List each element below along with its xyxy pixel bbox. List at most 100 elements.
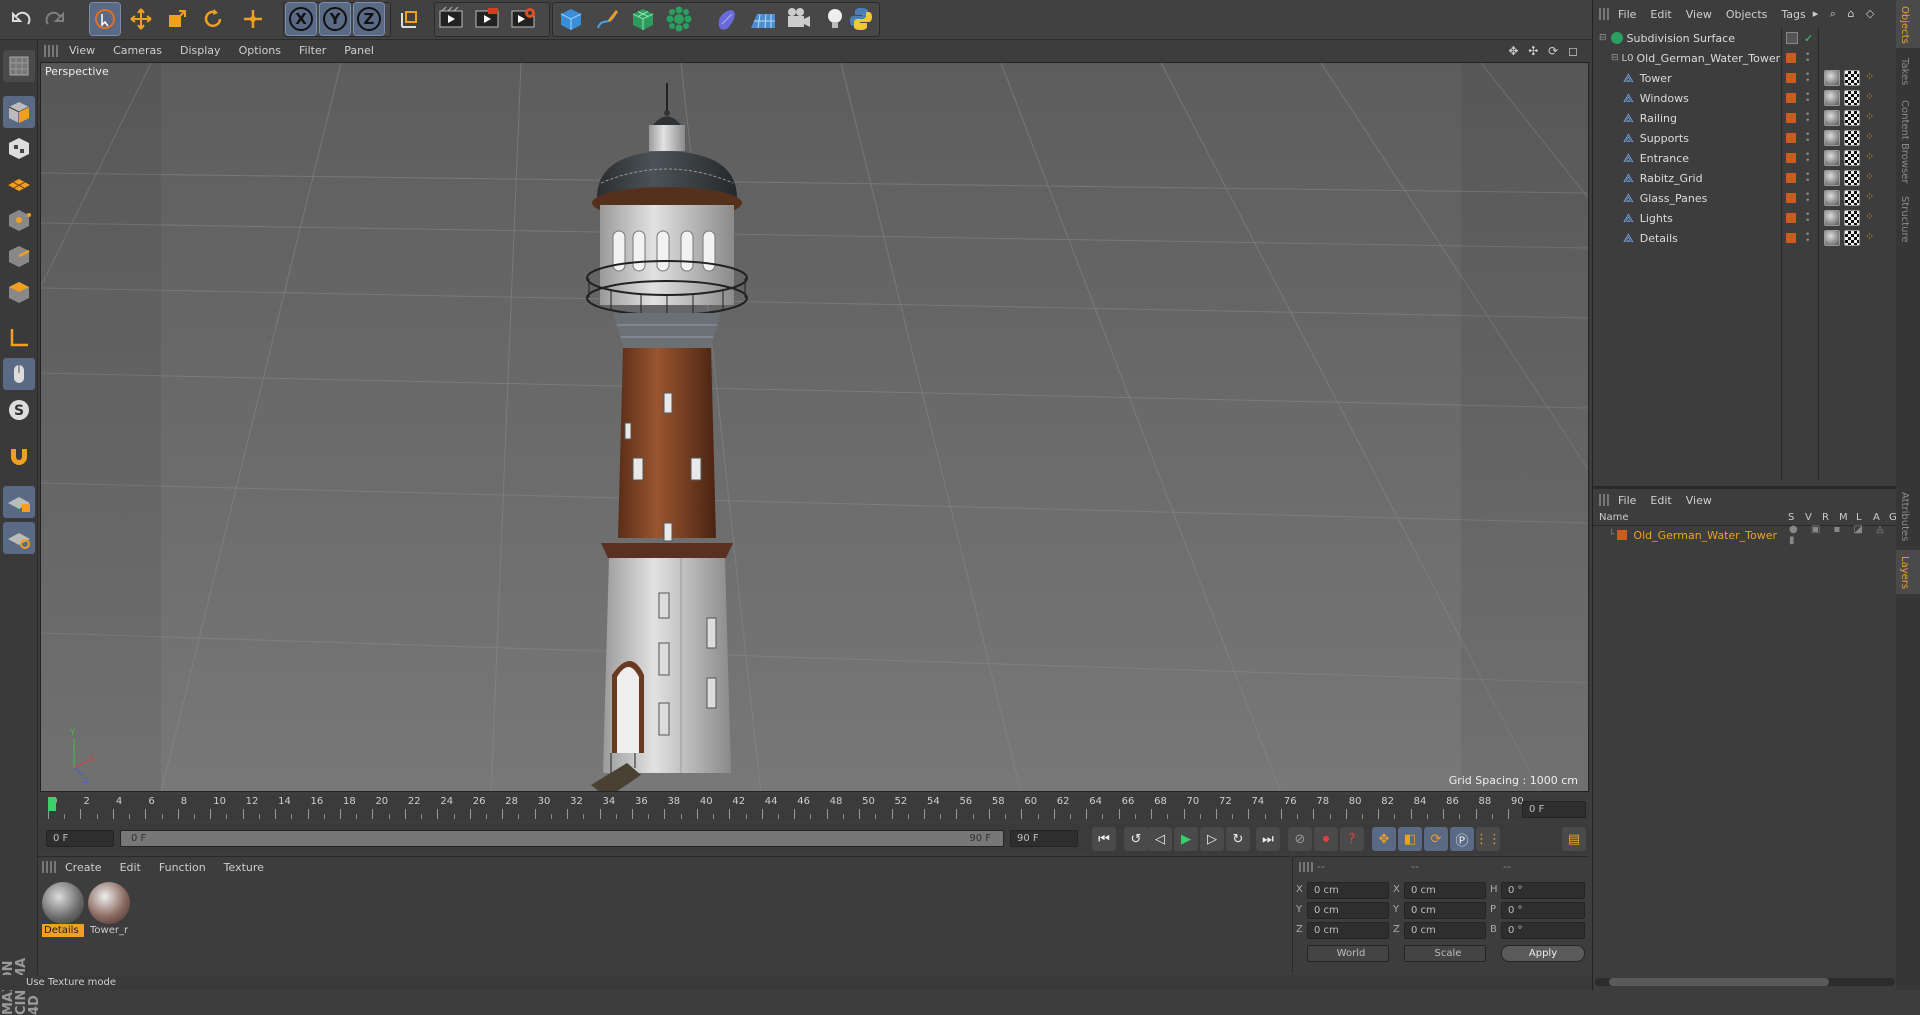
transform-icon[interactable]: [238, 3, 268, 35]
rotation-b-field[interactable]: 0 °: [1501, 922, 1585, 939]
layer-color-swatch[interactable]: [1617, 530, 1628, 540]
material-menu-function[interactable]: Function: [150, 861, 215, 874]
layer-color-swatch[interactable]: [1786, 113, 1796, 123]
object-row-railing[interactable]: ⟁ Railing • • ⁘: [1593, 108, 1893, 128]
object-row-supports[interactable]: ⟁ Supports • • ⁘: [1593, 128, 1893, 148]
x-axis-icon[interactable]: X: [285, 2, 317, 36]
object-row-subdivision[interactable]: ⊟ Subdivision Surface ✓: [1593, 28, 1893, 48]
next-key-icon[interactable]: ↻: [1226, 827, 1250, 851]
subdivision-icon[interactable]: [628, 3, 658, 35]
magnet-icon[interactable]: [3, 440, 35, 472]
material-tag-icon[interactable]: [1824, 170, 1840, 186]
planar-workplane-icon[interactable]: [3, 522, 35, 554]
visibility-dots-icon[interactable]: • •: [1805, 211, 1810, 226]
rotation-p-field[interactable]: 0 °: [1501, 902, 1585, 919]
go-to-end-icon[interactable]: ⏭: [1256, 827, 1280, 851]
viewport-menu-display[interactable]: Display: [171, 44, 230, 57]
layer-color-swatch[interactable]: [1786, 213, 1796, 223]
workplane-icon[interactable]: [3, 168, 35, 200]
end-frame-field[interactable]: 90 F: [1010, 830, 1078, 847]
visibility-dots-icon[interactable]: • •: [1805, 51, 1810, 66]
layer-col-name[interactable]: Name: [1599, 512, 1629, 523]
layer-col-l[interactable]: L: [1856, 512, 1862, 523]
snap-icon[interactable]: S: [3, 394, 35, 426]
position-x-field[interactable]: 0 cm: [1307, 882, 1389, 899]
phong-tag-icon[interactable]: ⁘: [1865, 210, 1874, 223]
object-row-entrance[interactable]: ⟁ Entrance • • ⁘: [1593, 148, 1893, 168]
frame-range-slider[interactable]: 0 F 90 F: [120, 830, 1004, 847]
enabled-check-icon[interactable]: ✓: [1804, 32, 1813, 45]
camera-icon[interactable]: [784, 3, 814, 35]
render-settings-icon[interactable]: [508, 3, 538, 35]
timeline-window-icon[interactable]: ▤: [1562, 827, 1586, 851]
viewport-nav-icons[interactable]: ✥ ✣ ⟳ ◻: [1508, 44, 1581, 58]
object-row-glass_panes[interactable]: ⟁ Glass_Panes • • ⁘: [1593, 188, 1893, 208]
start-frame-field[interactable]: 0 F: [46, 830, 114, 847]
object-row-water-tower[interactable]: ⊟ L0 Old_German_Water_Tower • •: [1593, 48, 1893, 68]
panel-splitter[interactable]: [1593, 486, 1897, 489]
visibility-dots-icon[interactable]: • •: [1805, 131, 1810, 146]
tab-structure[interactable]: Structure: [1899, 196, 1910, 243]
tweak-mode-icon[interactable]: [3, 358, 35, 390]
texture-tag-icon[interactable]: [1844, 90, 1860, 106]
viewport-menu-filter[interactable]: Filter: [290, 44, 335, 57]
viewport-menu-panel[interactable]: Panel: [335, 44, 383, 57]
move-icon[interactable]: [126, 3, 156, 35]
coordinate-system-icon[interactable]: [394, 3, 424, 35]
viewport-menu-options[interactable]: Options: [230, 44, 290, 57]
layer-flags-icons[interactable]: ● ▣ ▪ ◪ ◬ ▮: [1789, 524, 1893, 546]
live-select-icon[interactable]: [89, 2, 121, 36]
polygons-mode-icon[interactable]: [3, 276, 35, 308]
texture-tag-icon[interactable]: [1844, 190, 1860, 206]
tab-content-browser[interactable]: Content Browser: [1899, 100, 1910, 183]
layer-col-v[interactable]: V: [1805, 512, 1812, 523]
undo-icon[interactable]: [6, 3, 36, 35]
material-tag-icon[interactable]: [1824, 210, 1840, 226]
material-tag-icon[interactable]: [1824, 110, 1840, 126]
visibility-dots-icon[interactable]: • •: [1805, 191, 1810, 206]
render-picture-viewer-icon[interactable]: [472, 3, 502, 35]
layer-col-s[interactable]: S: [1788, 512, 1794, 523]
key-scale-icon[interactable]: ◧: [1398, 827, 1422, 851]
texture-tag-icon[interactable]: [1844, 150, 1860, 166]
layer-col-m[interactable]: M: [1839, 512, 1848, 523]
tab-attributes[interactable]: Attributes: [1899, 492, 1910, 541]
object-menu-edit[interactable]: Edit: [1643, 8, 1678, 21]
tree-collapse-icon[interactable]: ⊟: [1599, 33, 1607, 43]
tab-takes[interactable]: Takes: [1899, 58, 1910, 85]
phong-tag-icon[interactable]: ⁘: [1865, 190, 1874, 203]
scale-icon[interactable]: [162, 3, 192, 35]
axis-mode-icon[interactable]: [3, 322, 35, 354]
layer-color-swatch[interactable]: [1786, 93, 1796, 103]
position-y-field[interactable]: 0 cm: [1307, 902, 1389, 919]
tab-layers[interactable]: Layers: [1899, 556, 1910, 589]
visibility-dots-icon[interactable]: • •: [1805, 71, 1810, 86]
material-tag-icon[interactable]: [1824, 150, 1840, 166]
next-frame-icon[interactable]: ▷: [1200, 827, 1224, 851]
horizontal-scrollbar[interactable]: [1595, 978, 1895, 986]
tab-objects[interactable]: Objects: [1899, 6, 1910, 44]
play-icon[interactable]: ▶: [1174, 827, 1198, 851]
floor-icon[interactable]: [748, 3, 778, 35]
layer-color-swatch[interactable]: [1786, 73, 1796, 83]
apply-button[interactable]: Apply: [1501, 945, 1585, 962]
timeline-ruler[interactable]: 0246810121416182022242628303234363840424…: [38, 795, 1589, 820]
tree-collapse-icon[interactable]: ⊟: [1611, 53, 1619, 63]
texture-axis-icon[interactable]: [3, 132, 35, 164]
material-menu-create[interactable]: Create: [56, 861, 111, 874]
cube-primitive-icon[interactable]: [556, 3, 586, 35]
object-menu-tags[interactable]: Tags: [1774, 8, 1812, 21]
texture-tag-icon[interactable]: [1844, 170, 1860, 186]
material-swatch-details[interactable]: Details: [42, 882, 84, 938]
layer-menu-file[interactable]: File: [1611, 494, 1643, 507]
layer-color-swatch[interactable]: [1786, 133, 1796, 143]
material-tag-icon[interactable]: [1824, 70, 1840, 86]
y-axis-icon[interactable]: Y: [319, 2, 351, 36]
texture-tag-icon[interactable]: [1844, 230, 1860, 246]
points-mode-icon[interactable]: [3, 204, 35, 236]
object-manager-nav-icons[interactable]: ▸ ⌕ ⌂ ◇: [1813, 7, 1879, 21]
current-frame-field[interactable]: 0 F: [1522, 801, 1586, 818]
phong-tag-icon[interactable]: ⁘: [1865, 110, 1874, 123]
material-tag-icon[interactable]: [1824, 130, 1840, 146]
layer-menu-edit[interactable]: Edit: [1643, 494, 1678, 507]
